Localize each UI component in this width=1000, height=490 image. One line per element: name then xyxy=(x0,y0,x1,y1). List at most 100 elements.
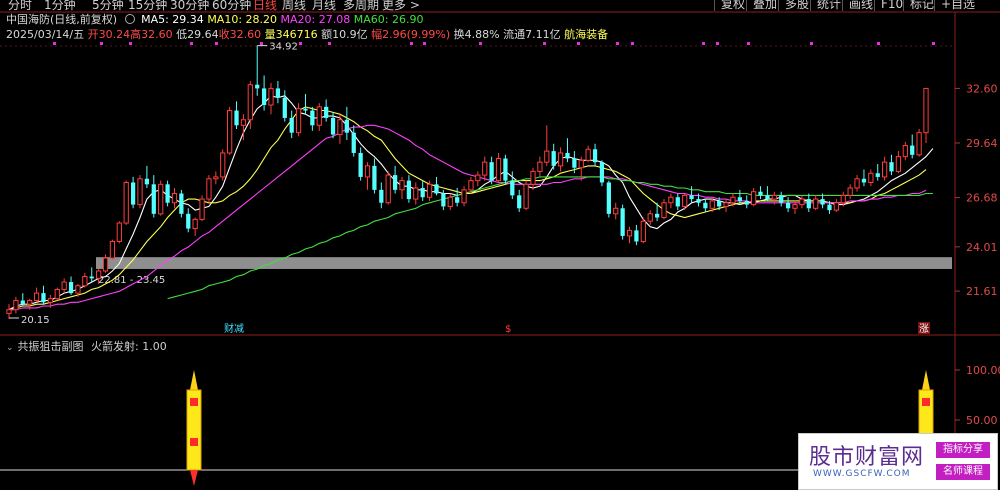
candle-body-up xyxy=(82,276,88,287)
signal-dot xyxy=(299,42,302,45)
candle-body-down xyxy=(737,197,742,201)
candle-body-up xyxy=(544,150,550,163)
candle-body-down xyxy=(261,88,267,106)
candle-body-down xyxy=(744,200,749,205)
candle-body-up xyxy=(426,183,433,198)
candle-body-down xyxy=(310,110,315,126)
candle-body-down xyxy=(703,202,708,209)
candle-body-up xyxy=(613,207,619,215)
signal-dot xyxy=(810,42,813,45)
price-axis-label: 26.68 xyxy=(966,192,998,205)
candle-body-down xyxy=(806,199,811,209)
candle-body-down xyxy=(675,197,680,207)
candle-body-up xyxy=(840,194,846,204)
signal-dot xyxy=(53,42,56,45)
candle-body-up xyxy=(661,202,667,219)
candle-body-up xyxy=(27,299,33,305)
candle-body-down xyxy=(489,162,494,181)
candle-body-up xyxy=(833,202,839,211)
candle-body-down xyxy=(282,97,287,118)
candle-body-down xyxy=(186,213,191,229)
rise-marker: 涨 xyxy=(919,323,929,335)
signal-dot xyxy=(328,42,331,45)
candle-body-up xyxy=(75,285,81,294)
candle-body-down xyxy=(551,151,556,166)
candle-body-down xyxy=(820,199,825,205)
candle-body-up xyxy=(882,161,888,178)
candle-body-down xyxy=(275,88,281,98)
candle-body-up xyxy=(854,178,860,189)
candle-body-down xyxy=(89,276,94,279)
candle-body-up xyxy=(530,170,536,185)
candle-body-up xyxy=(475,174,481,182)
candle-body-up xyxy=(813,198,819,209)
candle-body-up xyxy=(799,198,805,206)
candle-body-down xyxy=(827,204,832,211)
candle-body-up xyxy=(585,148,591,161)
candle-body-down xyxy=(889,162,894,172)
candle-body-up xyxy=(495,157,502,182)
price-axis-label: 29.64 xyxy=(966,137,998,150)
candle-body-down xyxy=(910,145,915,155)
candle-body-down xyxy=(434,184,439,194)
candle-body-up xyxy=(668,196,674,204)
candle-body-down xyxy=(344,119,349,133)
candle-body-down xyxy=(606,182,611,214)
candle-body-down xyxy=(372,165,377,190)
candle-body-down xyxy=(620,208,625,236)
candle-body-down xyxy=(330,117,336,135)
watermark-logo: 股市财富网 WWW.GSCFW.COM 指标分享 名师课程 xyxy=(798,433,998,490)
candle-body-up xyxy=(557,152,564,167)
candle-body-down xyxy=(144,178,150,185)
signal-dot xyxy=(616,42,619,45)
candle-body-down xyxy=(441,193,446,207)
candle-body-up xyxy=(923,87,929,134)
candle-body-down xyxy=(455,197,460,203)
candle-body-down xyxy=(151,184,156,214)
candle-body-up xyxy=(220,152,226,178)
candle-body-up xyxy=(116,222,122,242)
candle-body-up xyxy=(96,270,102,279)
candle-body-down xyxy=(420,188,425,198)
candle-body-down xyxy=(289,117,294,133)
kline-chart[interactable]: 32.6029.6426.6824.0121.6122.81 - 23.4534… xyxy=(0,0,1000,490)
candle-body-up xyxy=(61,281,67,290)
candle-body-up xyxy=(199,198,205,220)
candle-body-up xyxy=(523,183,529,209)
candle-body-down xyxy=(379,189,384,203)
price-axis-label: 32.60 xyxy=(966,82,998,95)
candle-body-down xyxy=(572,158,577,168)
candle-body-down xyxy=(358,152,363,177)
high-annotation: 34.92 xyxy=(269,42,298,53)
signal-dot xyxy=(747,42,750,45)
rocket-signal-mark xyxy=(190,398,198,406)
candle-body-up xyxy=(751,191,757,206)
signal-dot xyxy=(100,42,103,45)
candle-body-up xyxy=(192,218,198,230)
candle-body-up xyxy=(916,132,922,156)
candle-body-up xyxy=(895,156,902,172)
master-course-button[interactable]: 名师课程 xyxy=(936,464,990,480)
candle-body-up xyxy=(102,257,109,272)
ma-line-ma60 xyxy=(167,176,933,300)
candle-body-up xyxy=(447,196,453,207)
price-axis-label: 21.61 xyxy=(966,285,998,298)
candle-body-up xyxy=(54,288,60,300)
rocket-signal-tip xyxy=(190,370,198,390)
candle-body-up xyxy=(482,161,488,176)
candle-body-down xyxy=(592,149,598,163)
indicator-share-button[interactable]: 指标分享 xyxy=(936,442,990,458)
candle-body-up xyxy=(626,229,633,237)
candle-body-up xyxy=(730,196,736,204)
candle-body-up xyxy=(723,202,729,207)
candle-body-up xyxy=(709,200,715,209)
candle-body-down xyxy=(392,175,398,190)
candle-body-down xyxy=(696,199,701,203)
candle-body-up xyxy=(468,180,474,191)
rocket-signal-mark xyxy=(922,398,930,406)
candle-body-up xyxy=(792,204,798,209)
candle-body-up xyxy=(295,108,302,134)
watermark-main-text: 股市财富网 xyxy=(809,445,925,470)
candle-body-down xyxy=(130,182,136,205)
candle-body-up xyxy=(316,106,322,126)
